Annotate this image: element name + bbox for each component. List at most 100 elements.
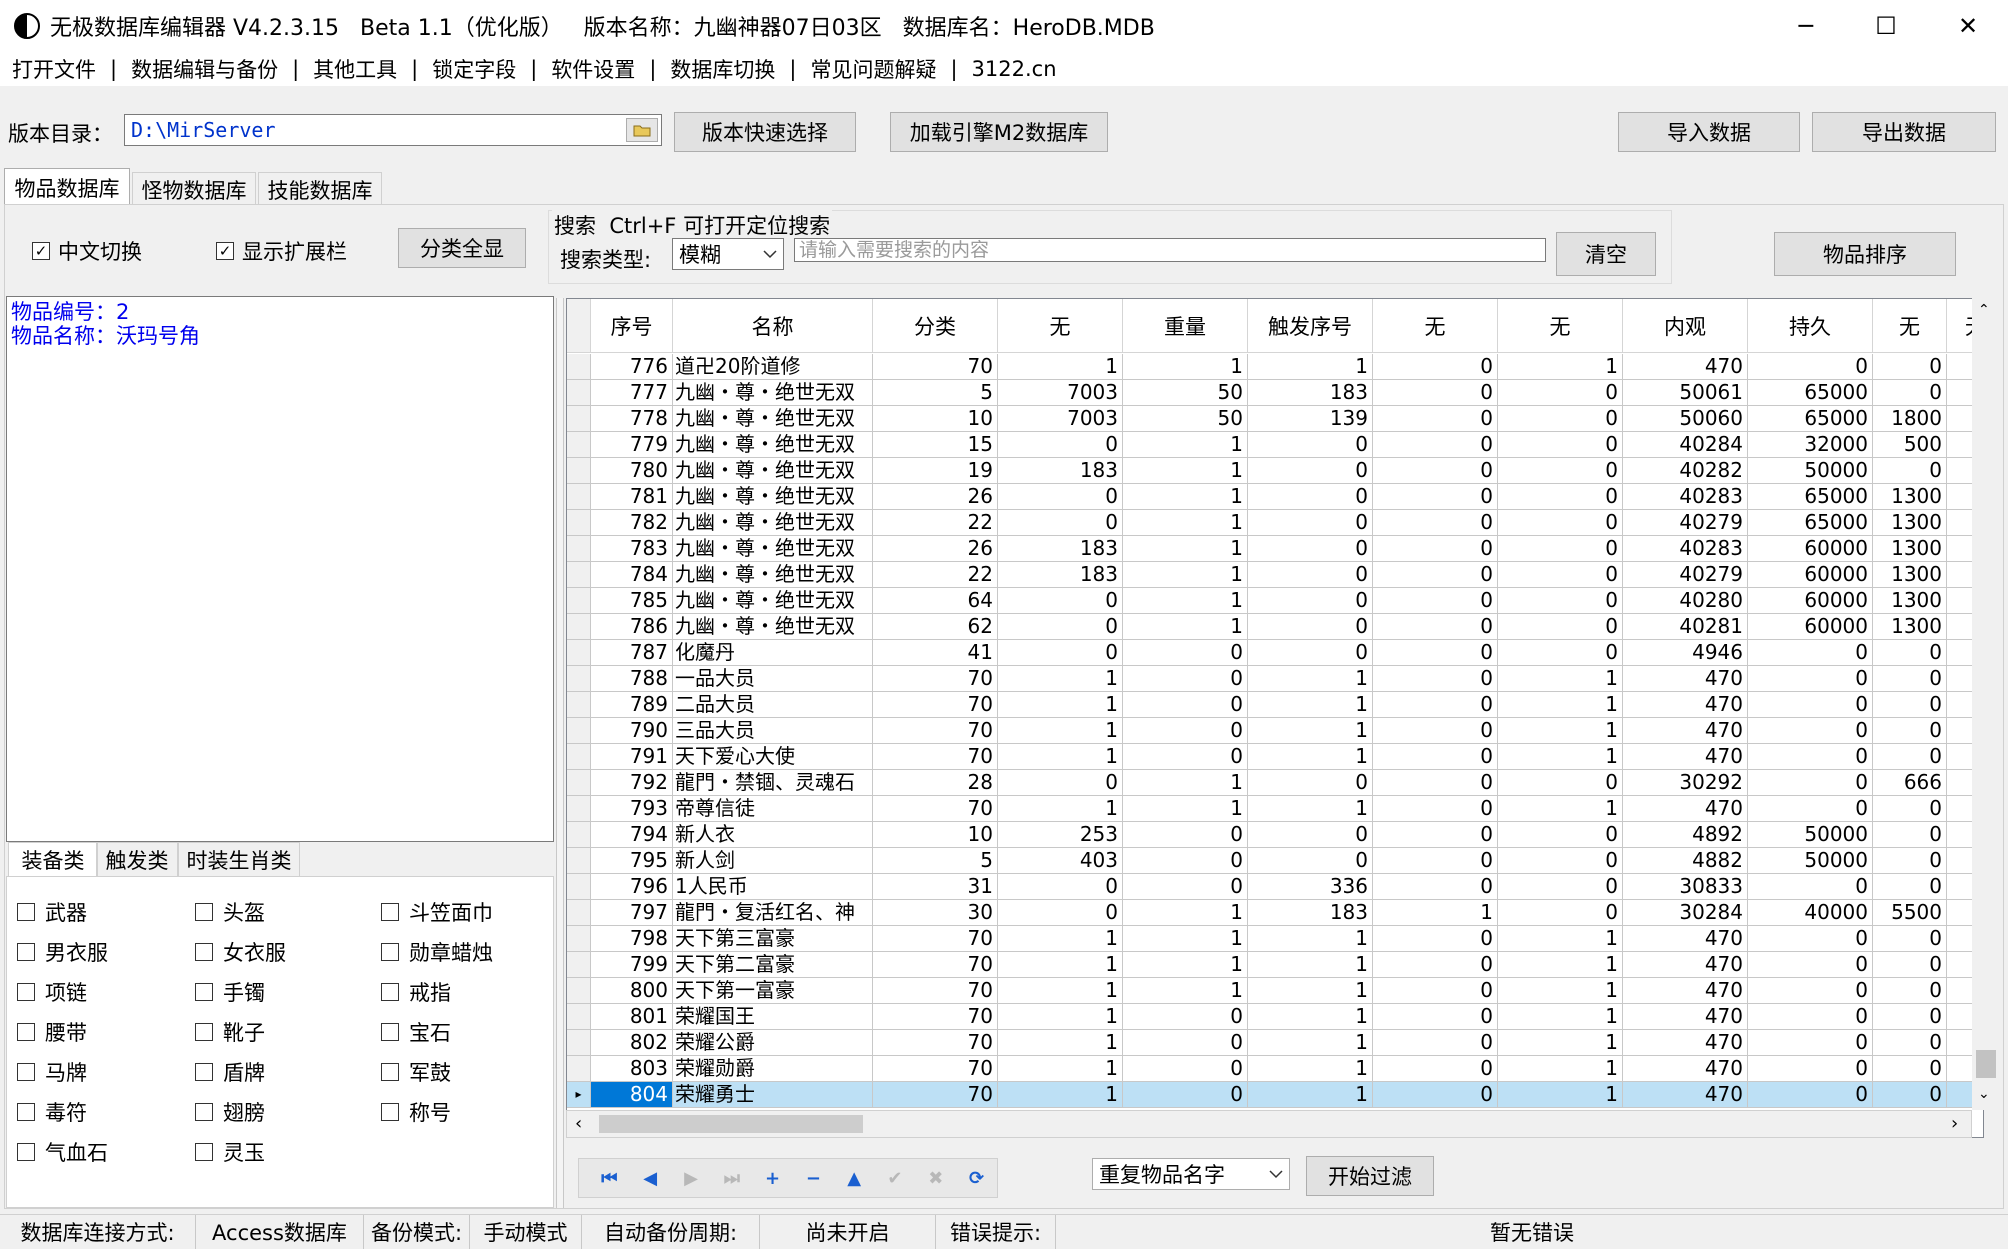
table-row[interactable]: 794 新人衣 10 253 0 0 0 0 4892 50000 0 (567, 822, 1983, 848)
row-indicator[interactable]: ▸ (567, 1082, 591, 1108)
table-cell[interactable]: 0 (1873, 458, 1947, 484)
table-row[interactable]: 791 天下爱心大使 70 1 0 1 0 1 470 0 0 (567, 744, 1983, 770)
table-cell[interactable]: 0 (1498, 900, 1623, 926)
table-cell[interactable]: 470 (1623, 1004, 1748, 1030)
table-cell[interactable]: 26 (873, 484, 998, 510)
table-row[interactable]: 779九幽・尊・绝世无双150100040284320005006 (567, 432, 1983, 458)
row-indicator[interactable] (567, 926, 591, 952)
table-cell[interactable]: 1 (1123, 536, 1248, 562)
table-cell[interactable]: 70 (873, 666, 998, 692)
table-cell[interactable]: 781 (591, 484, 673, 510)
table-cell[interactable]: 60000 (1748, 614, 1873, 640)
table-cell[interactable]: 62 (873, 614, 998, 640)
table-cell[interactable]: 70 (873, 1004, 998, 1030)
category-tab-equipment[interactable]: 装备类 (8, 842, 98, 876)
table-cell[interactable]: 70 (873, 926, 998, 952)
table-cell[interactable]: 0 (1373, 978, 1498, 1004)
table-cell[interactable]: 0 (998, 640, 1123, 666)
table-cell[interactable]: 0 (1373, 432, 1498, 458)
table-cell[interactable]: 4946 (1623, 640, 1748, 666)
table-cell[interactable]: 789 (591, 692, 673, 718)
category-tab-trigger[interactable]: 触发类 (96, 842, 178, 876)
table-cell[interactable]: 0 (1873, 1030, 1947, 1056)
table-cell[interactable]: 783 (591, 536, 673, 562)
table-cell[interactable]: 0 (1373, 796, 1498, 822)
table-cell[interactable]: 0 (1873, 1056, 1947, 1082)
table-cell[interactable]: 1 (1248, 952, 1373, 978)
table-cell[interactable]: 4892 (1623, 822, 1748, 848)
table-cell[interactable]: 0 (1498, 848, 1623, 874)
table-cell[interactable]: 470 (1623, 952, 1748, 978)
table-cell[interactable]: 60000 (1748, 588, 1873, 614)
table-cell[interactable]: 0 (1873, 640, 1947, 666)
row-indicator[interactable] (567, 796, 591, 822)
column-header[interactable]: 无 (998, 299, 1123, 353)
table-cell[interactable]: 九幽・尊・绝世无双 (673, 458, 873, 484)
table-cell[interactable]: 50 (1123, 406, 1248, 432)
row-indicator[interactable] (567, 510, 591, 536)
table-cell[interactable]: 0 (1498, 510, 1623, 536)
column-header[interactable]: 持久 (1748, 299, 1873, 353)
table-cell[interactable]: 1 (998, 978, 1123, 1004)
table-cell[interactable]: 0 (1123, 874, 1248, 900)
table-cell[interactable]: 50000 (1748, 848, 1873, 874)
table-cell[interactable]: 796 (591, 874, 673, 900)
table-cell[interactable]: 15 (873, 432, 998, 458)
table-cell[interactable]: 0 (1248, 562, 1373, 588)
table-cell[interactable]: 0 (1498, 874, 1623, 900)
category-checkbox[interactable]: 称号 (381, 1097, 451, 1127)
row-indicator[interactable] (567, 1056, 591, 1082)
category-checkbox[interactable]: 项链 (17, 977, 87, 1007)
table-cell[interactable]: 0 (1248, 588, 1373, 614)
table-cell[interactable]: 64 (873, 588, 998, 614)
table-cell[interactable]: 0 (1373, 536, 1498, 562)
table-row[interactable]: 800 天下第一富豪 70 1 1 1 0 1 470 0 0 (567, 978, 1983, 1004)
table-cell[interactable]: 1 (1498, 1030, 1623, 1056)
table-row[interactable]: 798 天下第三富豪 70 1 1 1 0 1 470 0 0 (567, 926, 1983, 952)
table-cell[interactable]: 九幽・尊・绝世无双 (673, 380, 873, 406)
column-header[interactable]: 内观 (1623, 299, 1748, 353)
table-cell[interactable]: 0 (1748, 1030, 1873, 1056)
table-cell[interactable]: 470 (1623, 718, 1748, 744)
table-cell[interactable]: 785 (591, 588, 673, 614)
table-cell[interactable]: 0 (1373, 718, 1498, 744)
table-cell[interactable]: 九幽・尊・绝世无双 (673, 562, 873, 588)
table-cell[interactable]: 0 (1873, 718, 1947, 744)
table-cell[interactable]: 0 (998, 484, 1123, 510)
table-cell[interactable]: 470 (1623, 926, 1748, 952)
column-header[interactable]: 无 (1373, 299, 1498, 353)
tab-skills[interactable]: 技能数据库 (258, 172, 382, 206)
table-cell[interactable]: 1300 (1873, 484, 1947, 510)
table-cell[interactable]: 1 (1498, 692, 1623, 718)
row-indicator[interactable] (567, 744, 591, 770)
table-row[interactable]: 789 二品大员 70 1 0 1 0 1 470 0 0 (567, 692, 1983, 718)
row-indicator[interactable] (567, 458, 591, 484)
table-cell[interactable]: 70 (873, 1056, 998, 1082)
row-indicator[interactable] (567, 952, 591, 978)
row-indicator[interactable] (567, 822, 591, 848)
table-cell[interactable]: 0 (1248, 770, 1373, 796)
table-cell[interactable]: 0 (1123, 666, 1248, 692)
table-cell[interactable]: 0 (1748, 952, 1873, 978)
table-cell[interactable]: 784 (591, 562, 673, 588)
table-cell[interactable]: 0 (1748, 874, 1873, 900)
menu-item[interactable]: 常见问题解疑 (806, 54, 940, 84)
table-cell[interactable]: 1 (1248, 1004, 1373, 1030)
category-checkbox[interactable]: 女衣服 (195, 937, 286, 967)
table-cell[interactable]: 666 (1873, 770, 1947, 796)
table-cell[interactable]: 九幽・尊・绝世无双 (673, 432, 873, 458)
table-cell[interactable]: 1 (1498, 744, 1623, 770)
table-cell[interactable]: 183 (998, 562, 1123, 588)
category-checkbox[interactable]: 头盔 (195, 897, 265, 927)
table-cell[interactable]: 天下第一富豪 (673, 978, 873, 1004)
table-cell[interactable]: 40284 (1623, 432, 1748, 458)
table-cell[interactable]: 龍門・禁锢、灵魂石 (673, 770, 873, 796)
category-checkbox[interactable]: 斗笠面巾 (381, 897, 493, 927)
table-cell[interactable]: 0 (1873, 796, 1947, 822)
table-cell[interactable]: 0 (1373, 484, 1498, 510)
table-cell[interactable]: 40282 (1623, 458, 1748, 484)
version-dir-input[interactable]: D:\MirServer (124, 114, 662, 146)
row-indicator[interactable] (567, 874, 591, 900)
table-cell[interactable]: 1 (1123, 900, 1248, 926)
show-all-categories-button[interactable]: 分类全显 (398, 228, 526, 268)
